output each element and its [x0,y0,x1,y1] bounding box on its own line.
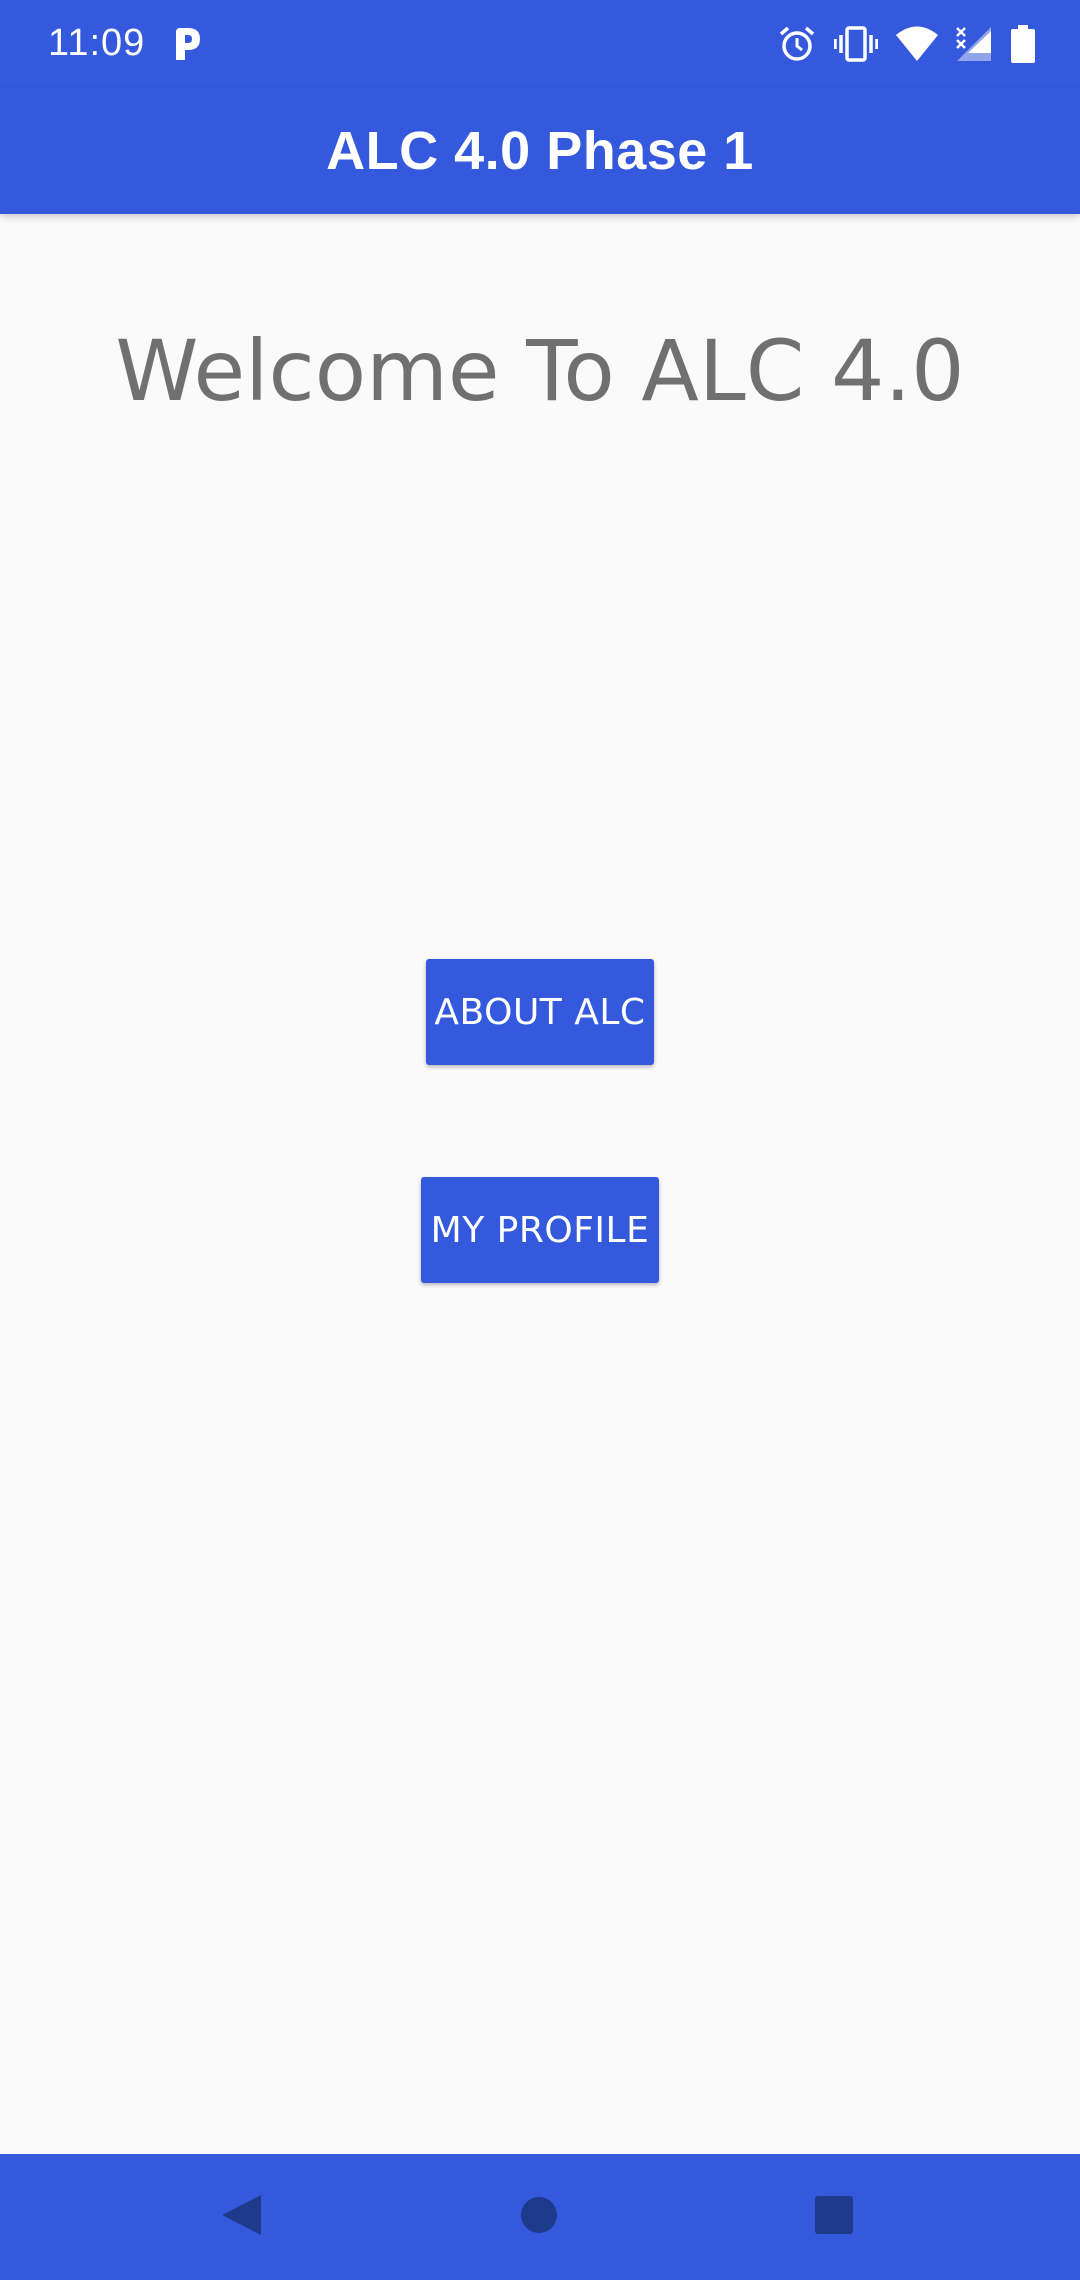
vibrate-icon [834,25,878,63]
navigation-bar [0,2154,1080,2280]
app-toolbar: ALC 4.0 Phase 1 [0,88,1080,214]
alarm-icon [778,25,816,63]
status-bar: 11:09 [0,0,1080,88]
status-time: 11:09 [48,22,146,64]
home-button[interactable] [479,2154,599,2280]
my-profile-button[interactable]: MY PROFILE [421,1177,659,1283]
recents-button[interactable] [774,2154,894,2280]
recents-icon [814,2195,854,2240]
status-icons [778,24,1036,64]
app-screen: 11:09 ALC 4.0 Phase 1 Welcome To ALC 4.0… [0,0,1080,2280]
welcome-heading: Welcome To ALC 4.0 [115,322,965,420]
toolbar-title: ALC 4.0 Phase 1 [326,121,754,181]
home-icon [519,2195,559,2240]
about-alc-button[interactable]: ABOUT ALC [426,959,654,1065]
parking-icon [172,26,202,62]
back-button[interactable] [182,2154,302,2280]
wifi-icon [896,26,938,62]
back-icon [221,2193,263,2242]
battery-icon [1010,25,1036,63]
cellular-no-signal-icon [956,25,992,63]
